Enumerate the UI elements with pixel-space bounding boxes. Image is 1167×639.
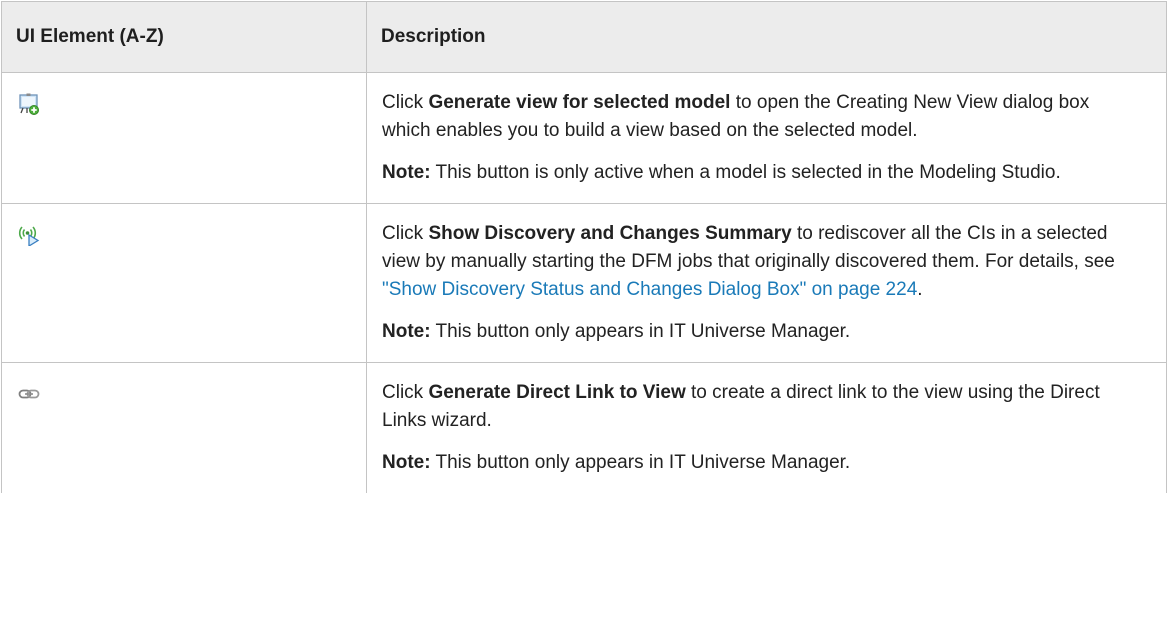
discovery-summary-icon	[18, 224, 40, 248]
description-cell: Click Generate view for selected model t…	[366, 72, 1167, 204]
description-prefix: Click	[382, 92, 429, 113]
description-text: Click Show Discovery and Changes Summary…	[382, 220, 1142, 304]
note-text: Note: This button is only active when a …	[382, 159, 1142, 187]
description-prefix: Click	[382, 223, 429, 244]
cross-reference-link[interactable]: "Show Discovery Status and Changes Dialo…	[382, 279, 917, 300]
description-prefix: Click	[382, 382, 429, 403]
description-text: Click Generate view for selected model t…	[382, 89, 1142, 145]
direct-link-icon	[18, 383, 40, 405]
button-name: Generate view for selected model	[428, 92, 731, 113]
ui-element-cell	[1, 72, 367, 204]
table-row: Click Generate Direct Link to View to cr…	[1, 362, 1167, 493]
description-text: Click Generate Direct Link to View to cr…	[382, 379, 1142, 435]
note-label: Note:	[382, 162, 431, 183]
button-name: Show Discovery and Changes Summary	[428, 223, 792, 244]
note-body: This button is only active when a model …	[430, 162, 1061, 183]
note-label: Note:	[382, 452, 431, 473]
column-header-description: Description	[366, 1, 1167, 73]
note-label: Note:	[382, 321, 431, 342]
ui-element-cell	[1, 203, 367, 363]
description-cell: Click Generate Direct Link to View to cr…	[366, 362, 1167, 493]
note-body: This button only appears in IT Universe …	[430, 452, 851, 473]
note-text: Note: This button only appears in IT Uni…	[382, 318, 1142, 346]
description-cell: Click Show Discovery and Changes Summary…	[366, 203, 1167, 363]
column-header-ui-element: UI Element (A-Z)	[1, 1, 367, 73]
generate-view-icon	[18, 93, 40, 115]
ui-element-cell	[1, 362, 367, 493]
table-row: Click Show Discovery and Changes Summary…	[1, 203, 1167, 363]
description-end: .	[917, 279, 923, 300]
table-header-row: UI Element (A-Z) Description	[1, 1, 1167, 73]
note-text: Note: This button only appears in IT Uni…	[382, 449, 1142, 477]
table-row: Click Generate view for selected model t…	[1, 72, 1167, 204]
note-body: This button only appears in IT Universe …	[430, 321, 851, 342]
ui-elements-table: UI Element (A-Z) Description Click Gener…	[1, 1, 1167, 493]
button-name: Generate Direct Link to View	[428, 382, 686, 403]
